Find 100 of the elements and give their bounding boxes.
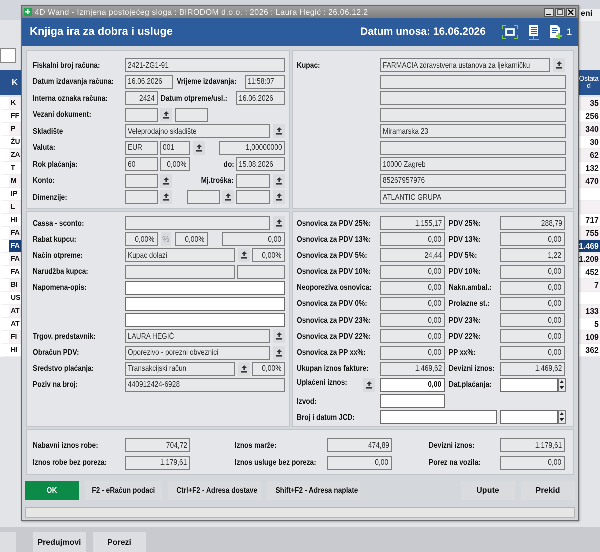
picker-button[interactable] (363, 378, 375, 392)
picker-button[interactable] (273, 174, 285, 188)
table-cell[interactable]: 109 (578, 331, 600, 344)
table-cell[interactable]: 7 (578, 279, 600, 292)
picker-button[interactable] (273, 329, 285, 344)
table-cell[interactable]: 132 (578, 162, 600, 175)
text-field[interactable]: 2421-ZG1-91 (125, 58, 285, 72)
document-add-icon[interactable] (550, 24, 563, 40)
text-field[interactable]: 0,00% (160, 157, 190, 171)
text-field[interactable]: EUR (125, 140, 158, 154)
text-field[interactable] (380, 74, 566, 88)
picker-button[interactable] (273, 124, 285, 138)
picker-button[interactable] (193, 140, 205, 154)
text-field[interactable]: LAURA HEGIĆ (125, 329, 270, 344)
text-field[interactable]: Transakcijski račun (125, 362, 235, 376)
maximize-icon[interactable] (555, 8, 565, 16)
text-field[interactable]: 0,00 (380, 313, 445, 328)
text-field[interactable]: Veleprodajno skladište (125, 124, 270, 138)
text-field[interactable]: 60 (125, 157, 158, 171)
text-field[interactable]: 11:58:07 (245, 74, 285, 88)
action-button[interactable]: Upute (461, 481, 515, 500)
text-field[interactable]: 474,89 (327, 438, 392, 452)
text-field[interactable] (125, 216, 270, 230)
text-field[interactable] (237, 264, 285, 279)
text-field[interactable]: 0,00 (380, 232, 445, 246)
spinner-button[interactable] (558, 378, 566, 392)
text-field[interactable]: 24,44 (380, 248, 445, 262)
spinner-button[interactable] (558, 410, 566, 424)
text-field[interactable] (380, 140, 566, 154)
text-field[interactable]: 0,00 (380, 329, 445, 344)
text-field[interactable]: 440912424-6928 (125, 378, 285, 392)
text-field[interactable]: 1.469,62 (500, 362, 565, 376)
table-cell[interactable]: 362 (578, 344, 600, 357)
text-field[interactable]: 0,00 (500, 264, 565, 279)
table-cell[interactable] (578, 292, 600, 305)
text-field[interactable]: 0,00% (252, 248, 285, 262)
input-field[interactable] (380, 394, 445, 408)
text-field[interactable]: 0,00 (500, 232, 565, 246)
text-field[interactable]: 001 (160, 140, 190, 154)
text-field[interactable]: 0,00 (500, 280, 565, 295)
text-field[interactable]: FARMACIA zdravstvena ustanova za ljekarničku (380, 58, 550, 72)
picker-button[interactable] (160, 190, 172, 204)
picker-button[interactable] (273, 216, 285, 230)
text-field[interactable] (380, 108, 566, 122)
text-field[interactable]: Miramarska 23 (380, 124, 566, 138)
text-field[interactable]: 1,22 (500, 248, 565, 262)
table-cell[interactable]: 755 (578, 227, 600, 240)
text-field[interactable]: 15.08.2026 (236, 157, 285, 171)
text-field[interactable] (187, 190, 220, 204)
input-field[interactable] (500, 378, 558, 392)
minimize-icon[interactable] (544, 8, 554, 16)
input-field[interactable]: 0,00 (380, 378, 445, 392)
picker-button[interactable] (222, 190, 234, 204)
table-cell[interactable]: 470 (578, 175, 600, 188)
text-field[interactable]: 16.06.2026 (125, 74, 173, 88)
toolbar-button[interactable]: Predujmovi (33, 532, 86, 552)
text-field[interactable]: 0,00 (500, 329, 565, 344)
text-field[interactable]: 2424 (125, 91, 158, 105)
text-field[interactable] (125, 264, 235, 279)
text-field[interactable]: 0,00 (500, 456, 565, 470)
text-field[interactable]: 1.179,61 (125, 456, 190, 470)
input-field[interactable] (500, 410, 558, 424)
text-field[interactable] (125, 174, 158, 188)
table-cell[interactable]: 30 (578, 136, 600, 149)
ok-button[interactable]: OK (25, 481, 79, 500)
table-cell[interactable]: 256 (578, 110, 600, 123)
text-field[interactable] (236, 190, 270, 204)
input-field[interactable] (125, 280, 285, 295)
table-cell[interactable]: 133 (578, 305, 600, 318)
text-field[interactable]: 0,00 (380, 264, 445, 279)
picker-button[interactable] (273, 346, 285, 360)
text-field[interactable]: 0,00 (327, 456, 392, 470)
picker-button[interactable] (273, 190, 285, 204)
input-field[interactable] (125, 296, 285, 311)
action-button[interactable]: F2 - eRačun podaci (85, 481, 162, 500)
text-field[interactable]: 10000 Zagreb (380, 157, 566, 171)
picker-button[interactable] (238, 362, 250, 376)
action-button[interactable]: Shift+F2 - Adresa naplate (267, 481, 360, 500)
text-field[interactable]: 0,00 (500, 296, 565, 311)
table-cell[interactable] (578, 188, 600, 201)
picker-button[interactable] (160, 108, 172, 122)
toolbar-button[interactable]: Porezi (93, 532, 146, 552)
text-field[interactable] (125, 108, 158, 122)
text-field[interactable]: 0,00 (500, 313, 565, 328)
table-cell[interactable]: 62 (578, 149, 600, 162)
text-field[interactable] (175, 108, 208, 122)
text-field[interactable]: 1,00000000 (219, 140, 285, 154)
text-field[interactable]: 85267957976 (380, 174, 566, 188)
text-field[interactable]: 0,00 (222, 232, 285, 246)
text-field[interactable]: Kupac dolazi (125, 248, 235, 262)
text-field[interactable]: ATLANTIC GRUPA (380, 190, 566, 204)
input-field[interactable] (125, 313, 285, 328)
text-field[interactable]: 1.179,61 (500, 438, 565, 452)
table-cell[interactable]: 1.209 (578, 253, 600, 266)
text-field[interactable]: 16.06.2026 (236, 91, 285, 105)
input-field[interactable] (380, 410, 497, 424)
text-field[interactable]: 1.469,62 (380, 362, 445, 376)
table-cell[interactable]: 5 (578, 318, 600, 331)
text-field[interactable] (236, 174, 270, 188)
text-field[interactable]: 1.155,17 (380, 216, 445, 230)
